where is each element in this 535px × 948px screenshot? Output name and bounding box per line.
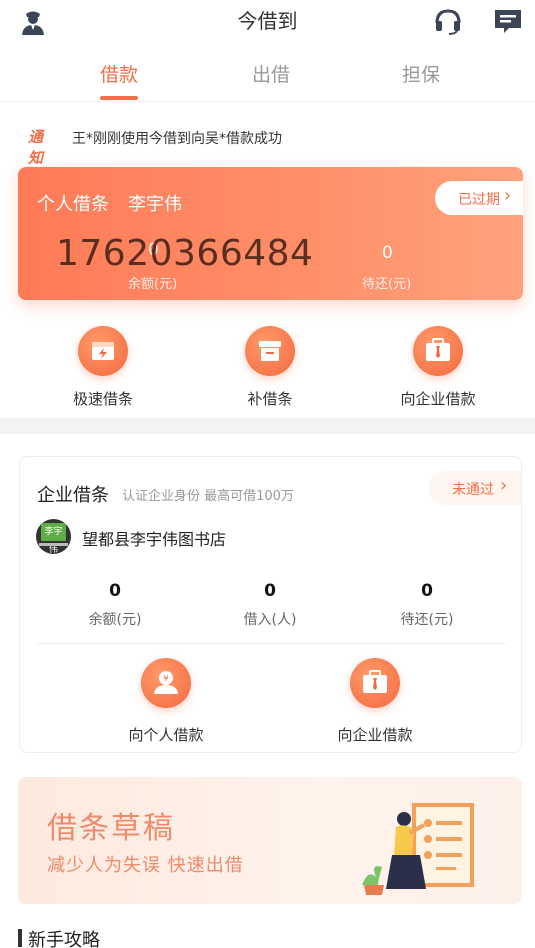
draft-banner[interactable]: 借条草稿 减少人为失误 快速出借 bbox=[18, 777, 522, 904]
tab-borrow[interactable]: 借款 bbox=[69, 60, 169, 87]
enterprise-card-subtitle: 认证企业身份 最高可借100万 bbox=[122, 489, 294, 504]
enterprise-loan-card: 企业借条 认证企业身份 最高可借100万 未通过 › 李宇伟 望都县李宇伟图书店… bbox=[19, 456, 522, 753]
status-label: 已过期 bbox=[458, 192, 500, 208]
stat-due: 0 待还(元) bbox=[367, 581, 487, 629]
tab-guarantee[interactable]: 担保 bbox=[371, 60, 471, 87]
stat-borrowed: 0 借入(人) bbox=[210, 581, 330, 629]
section-separator bbox=[0, 418, 535, 434]
stat-value: 0 bbox=[109, 581, 121, 601]
avatar: 李宇伟 bbox=[36, 519, 71, 554]
borrow-from-enterprise-label: 向企业借款 bbox=[400, 390, 476, 408]
draft-illustration bbox=[362, 803, 474, 895]
borrow-from-individual-button[interactable]: ¥ 向个人借款 bbox=[96, 658, 236, 744]
chevron-right-icon: › bbox=[504, 185, 512, 206]
stat-label: 待还(元) bbox=[400, 612, 454, 628]
briefcase-icon bbox=[413, 326, 463, 376]
divider bbox=[36, 643, 506, 644]
due-label: 待还(元) bbox=[362, 277, 412, 292]
enterprise-borrow-from-enterprise-button[interactable]: 向企业借款 bbox=[305, 658, 445, 744]
headset-icon[interactable] bbox=[433, 6, 463, 36]
expired-status-button[interactable]: 已过期 › bbox=[435, 181, 523, 215]
stat-label: 借入(人) bbox=[243, 612, 297, 628]
lightning-box-icon bbox=[78, 326, 128, 376]
guide-title: 新手攻略 bbox=[28, 930, 100, 948]
person-yuan-icon: ¥ bbox=[141, 658, 191, 708]
borrow-from-enterprise-button[interactable]: 向企业借款 bbox=[368, 326, 508, 410]
notice-tag: 通知 bbox=[28, 128, 44, 167]
quick-loan-label: 极速借条 bbox=[72, 390, 133, 408]
enterprise-borrow-label: 向企业借款 bbox=[337, 726, 413, 744]
page: 今借到 借款 出借 担保 通知 王*刚刚使用今借到向吴*借款成功 个人借条 李宇… bbox=[0, 0, 535, 948]
stat-balance: 0 余额(元) bbox=[55, 581, 175, 629]
message-icon[interactable] bbox=[493, 6, 523, 36]
supplement-note-button[interactable]: 补借条 bbox=[200, 326, 340, 410]
status-label: 未通过 bbox=[452, 482, 494, 498]
enterprise-card-title: 企业借条 bbox=[37, 485, 109, 506]
section-marker bbox=[18, 929, 22, 947]
quick-loan-button[interactable]: 极速借条 bbox=[33, 326, 173, 410]
briefcase-icon bbox=[350, 658, 400, 708]
draft-title: 借条草稿 bbox=[47, 811, 175, 846]
draft-subtitle: 减少人为失误 快速出借 bbox=[47, 855, 244, 876]
personal-card-name: 李宇伟 bbox=[128, 194, 182, 215]
borrow-from-individual-label: 向个人借款 bbox=[128, 726, 204, 744]
stat-label: 余额(元) bbox=[88, 612, 142, 628]
supplement-note-label: 补借条 bbox=[247, 390, 293, 408]
document-box-icon bbox=[245, 326, 295, 376]
divider bbox=[0, 101, 535, 102]
avatar-text: 李宇伟 bbox=[41, 523, 66, 554]
tab-lend[interactable]: 出借 bbox=[221, 60, 321, 87]
balance-label: 余额(元) bbox=[128, 277, 178, 292]
personal-card-title: 个人借条 bbox=[37, 194, 109, 215]
app-header: 今借到 bbox=[0, 0, 535, 40]
chevron-right-icon: › bbox=[500, 475, 508, 496]
shop-name: 望都县李宇伟图书店 bbox=[82, 530, 227, 549]
due-value: 0 bbox=[382, 243, 393, 263]
avatar-decoration bbox=[39, 543, 68, 546]
active-tab-indicator bbox=[100, 96, 138, 100]
stat-value: 0 bbox=[264, 581, 276, 601]
phone-number: 17620366484 bbox=[56, 233, 314, 274]
svg-text:¥: ¥ bbox=[163, 674, 168, 683]
stat-value: 0 bbox=[421, 581, 433, 601]
not-approved-status-button[interactable]: 未通过 › bbox=[429, 471, 521, 505]
loan-tabs: 借款 出借 担保 bbox=[0, 52, 535, 100]
personal-loan-card[interactable]: 个人借条 李宇伟 已过期 › 0 17620366484 余额(元) 0 待还(… bbox=[18, 167, 523, 300]
notice-text: 王*刚刚使用今借到向吴*借款成功 bbox=[72, 131, 282, 147]
